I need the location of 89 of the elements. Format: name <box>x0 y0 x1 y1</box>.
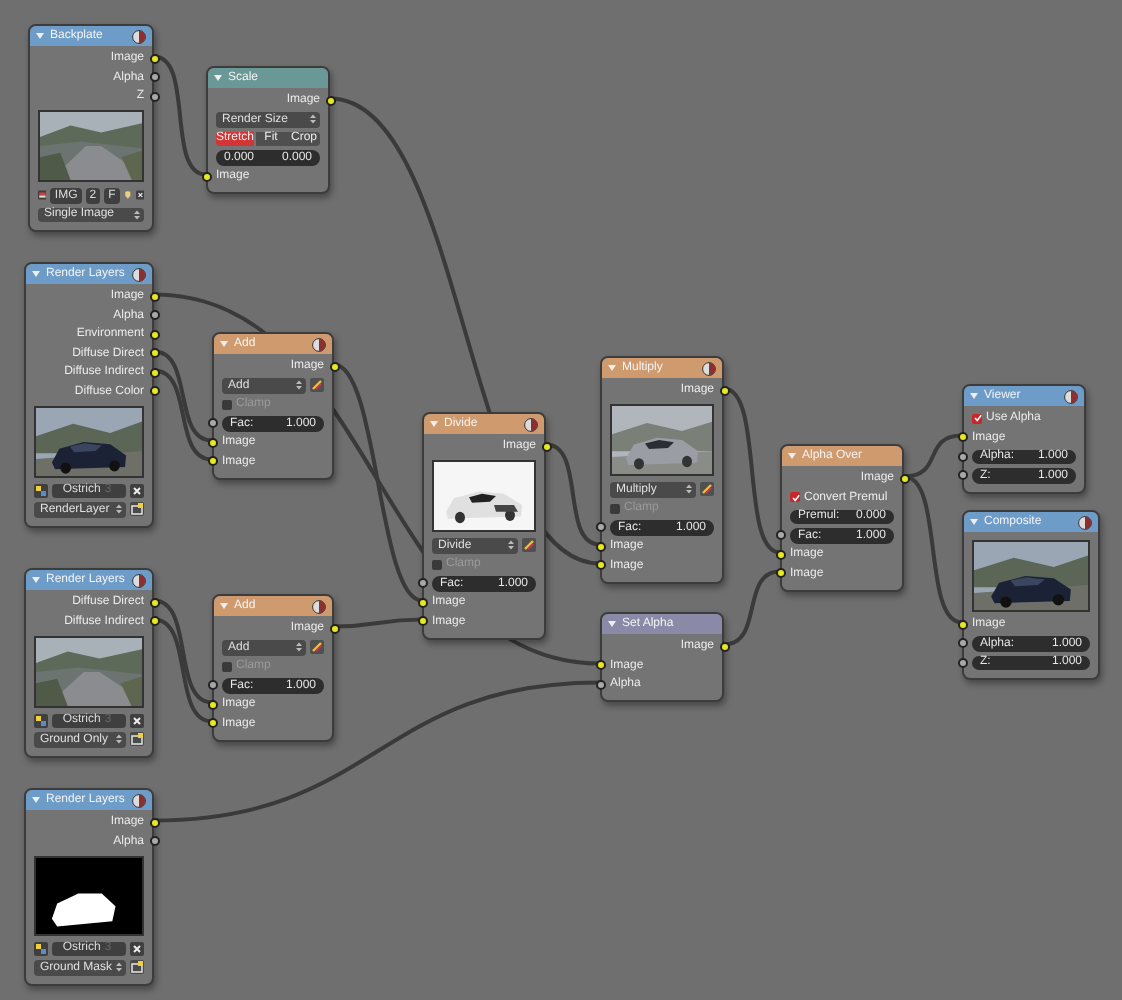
up-down-arrows-icon <box>310 114 316 125</box>
socket[interactable] <box>201 171 211 182</box>
socket[interactable] <box>207 437 217 448</box>
close-icon[interactable] <box>130 483 144 498</box>
sphere-icon[interactable] <box>1078 515 1092 529</box>
socket[interactable] <box>957 432 967 443</box>
socket[interactable] <box>149 72 159 83</box>
sphere-icon[interactable] <box>702 361 716 375</box>
sphere-icon[interactable] <box>312 337 326 351</box>
socket[interactable] <box>207 718 217 729</box>
socket[interactable] <box>595 679 605 690</box>
up-down-arrows-icon <box>116 962 122 973</box>
socket[interactable] <box>149 386 159 397</box>
socket[interactable] <box>149 817 159 828</box>
socket[interactable] <box>207 680 217 691</box>
socket[interactable] <box>957 451 967 462</box>
sphere-icon[interactable] <box>132 29 146 43</box>
socket[interactable] <box>957 638 967 649</box>
node-link <box>153 54 207 177</box>
up-down-arrows-icon <box>508 540 514 551</box>
checkbox[interactable] <box>222 399 232 410</box>
socket[interactable] <box>149 597 159 608</box>
socket[interactable] <box>207 699 217 710</box>
socket[interactable] <box>329 361 339 372</box>
eyedropper-icon[interactable] <box>522 538 536 553</box>
socket[interactable] <box>417 597 427 608</box>
scene-icon[interactable] <box>34 713 48 728</box>
socket[interactable] <box>541 441 551 452</box>
close-icon[interactable] <box>135 188 144 203</box>
socket[interactable] <box>149 367 159 378</box>
socket[interactable] <box>595 541 605 552</box>
up-down-arrows-icon <box>296 380 302 391</box>
up-down-arrows-icon <box>116 504 122 515</box>
sphere-icon[interactable] <box>312 599 326 613</box>
socket[interactable] <box>957 470 967 481</box>
socket[interactable] <box>149 310 159 321</box>
socket[interactable] <box>149 53 159 64</box>
socket[interactable] <box>149 616 159 627</box>
shield-icon[interactable] <box>123 188 132 203</box>
socket[interactable] <box>207 456 217 467</box>
close-icon[interactable] <box>130 941 144 956</box>
close-icon[interactable] <box>130 713 144 728</box>
socket[interactable] <box>417 616 427 627</box>
scene-icon[interactable] <box>34 941 48 956</box>
sphere-icon[interactable] <box>524 417 538 431</box>
up-down-arrows-icon <box>116 734 122 745</box>
eyedropper-icon[interactable] <box>700 482 714 497</box>
node-link <box>723 569 781 647</box>
socket[interactable] <box>719 385 729 396</box>
socket[interactable] <box>417 578 427 589</box>
socket[interactable] <box>595 560 605 571</box>
socket[interactable] <box>329 623 339 634</box>
socket[interactable] <box>149 91 159 102</box>
sphere-icon[interactable] <box>132 573 146 587</box>
collapse-arrow-icon[interactable] <box>214 74 222 82</box>
up-down-arrows-icon <box>686 484 692 495</box>
up-down-arrows-icon <box>134 209 140 220</box>
socket[interactable] <box>207 418 217 429</box>
checkbox[interactable] <box>432 559 442 570</box>
socket[interactable] <box>775 549 785 560</box>
socket[interactable] <box>149 291 159 302</box>
sphere-icon[interactable] <box>132 793 146 807</box>
checkbox[interactable] <box>790 492 800 503</box>
socket[interactable] <box>957 619 967 630</box>
eyedropper-icon[interactable] <box>310 640 324 655</box>
sphere-icon[interactable] <box>132 267 146 281</box>
socket[interactable] <box>149 329 159 340</box>
image-icon[interactable] <box>38 188 47 203</box>
checkbox[interactable] <box>610 503 620 514</box>
socket[interactable] <box>719 641 729 652</box>
checkbox[interactable] <box>222 661 232 672</box>
socket[interactable] <box>775 530 785 541</box>
layer-icon[interactable] <box>130 732 144 747</box>
socket[interactable] <box>775 568 785 579</box>
socket[interactable] <box>595 660 605 671</box>
scene-icon[interactable] <box>34 483 48 498</box>
socket[interactable] <box>595 522 605 533</box>
checkbox[interactable] <box>972 413 982 424</box>
socket[interactable] <box>149 348 159 359</box>
socket[interactable] <box>899 473 909 484</box>
collapse-arrow-icon[interactable] <box>608 620 616 628</box>
eyedropper-icon[interactable] <box>310 378 324 393</box>
socket[interactable] <box>149 836 159 847</box>
up-down-arrows-icon <box>296 642 302 653</box>
sphere-icon[interactable] <box>1064 389 1078 403</box>
socket[interactable] <box>325 95 335 106</box>
socket[interactable] <box>957 657 967 668</box>
layer-icon[interactable] <box>130 960 144 975</box>
layer-icon[interactable] <box>130 502 144 517</box>
